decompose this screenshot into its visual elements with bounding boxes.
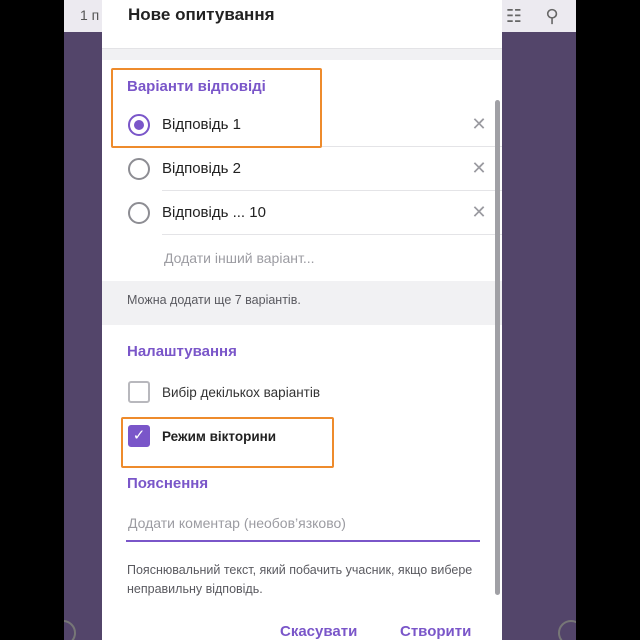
create-button[interactable]: Створити (400, 623, 471, 640)
remaining-options-hint: Можна додати ще 7 варіантів. (102, 281, 502, 325)
settings-section-title: Налаштування (127, 343, 237, 360)
option-2-radio[interactable] (128, 158, 150, 180)
new-poll-dialog: Нове опитування Варіанти відповіді Відпо… (102, 0, 502, 640)
option-1-radio[interactable] (128, 114, 150, 136)
add-option-input[interactable]: Додати інший варіант... (164, 250, 315, 266)
poll-option-1[interactable]: Відповідь 1 ✕ (102, 103, 502, 147)
dialog-header: Нове опитування (102, 0, 502, 36)
poll-option-2[interactable]: Відповідь 2 ✕ (102, 147, 502, 191)
option-1-label[interactable]: Відповідь 1 (162, 116, 241, 133)
scrollbar[interactable] (495, 100, 501, 595)
option-3-label[interactable]: Відповідь ... 10 (162, 204, 266, 221)
explanation-hint: Пояснювальний текст, який побачить учасн… (127, 563, 473, 596)
quiz-mode-checkbox[interactable]: ✓ (128, 425, 150, 447)
search-icon[interactable]: ⚲ (540, 4, 564, 28)
option-3-radio[interactable] (128, 202, 150, 224)
option-2-label[interactable]: Відповідь 2 (162, 160, 241, 177)
chat-subtitle: 1 п (80, 7, 100, 23)
quiz-mode-label[interactable]: Режим вікторини (162, 429, 276, 444)
multiple-answers-label[interactable]: Вибір декількох варіантів (162, 385, 320, 400)
row-divider (162, 234, 502, 235)
close-icon[interactable]: ✕ (470, 159, 488, 177)
explanation-section-title: Пояснення (127, 475, 209, 492)
close-icon[interactable]: ✕ (470, 115, 488, 133)
checkmark-icon: ✓ (132, 427, 146, 444)
close-icon[interactable]: ✕ (470, 203, 488, 221)
remaining-options-text: Можна додати ще 7 варіантів. (127, 293, 301, 307)
header-divider (102, 48, 502, 60)
scrollbar-thumb[interactable] (495, 100, 500, 595)
dialog-title: Нове опитування (128, 5, 275, 24)
dialog-footer: Скасувати Створити (102, 612, 502, 640)
cancel-button[interactable]: Скасувати (280, 623, 357, 640)
comment-input[interactable] (126, 506, 480, 542)
poll-option-3[interactable]: Відповідь ... 10 ✕ (102, 191, 502, 235)
attach-icon[interactable] (64, 620, 76, 640)
multiple-answers-checkbox[interactable] (128, 381, 150, 403)
answers-section-title: Варіанти відповіді (127, 78, 266, 95)
emoji-icon[interactable] (558, 620, 576, 640)
poll-icon[interactable]: ☷ (502, 4, 526, 28)
